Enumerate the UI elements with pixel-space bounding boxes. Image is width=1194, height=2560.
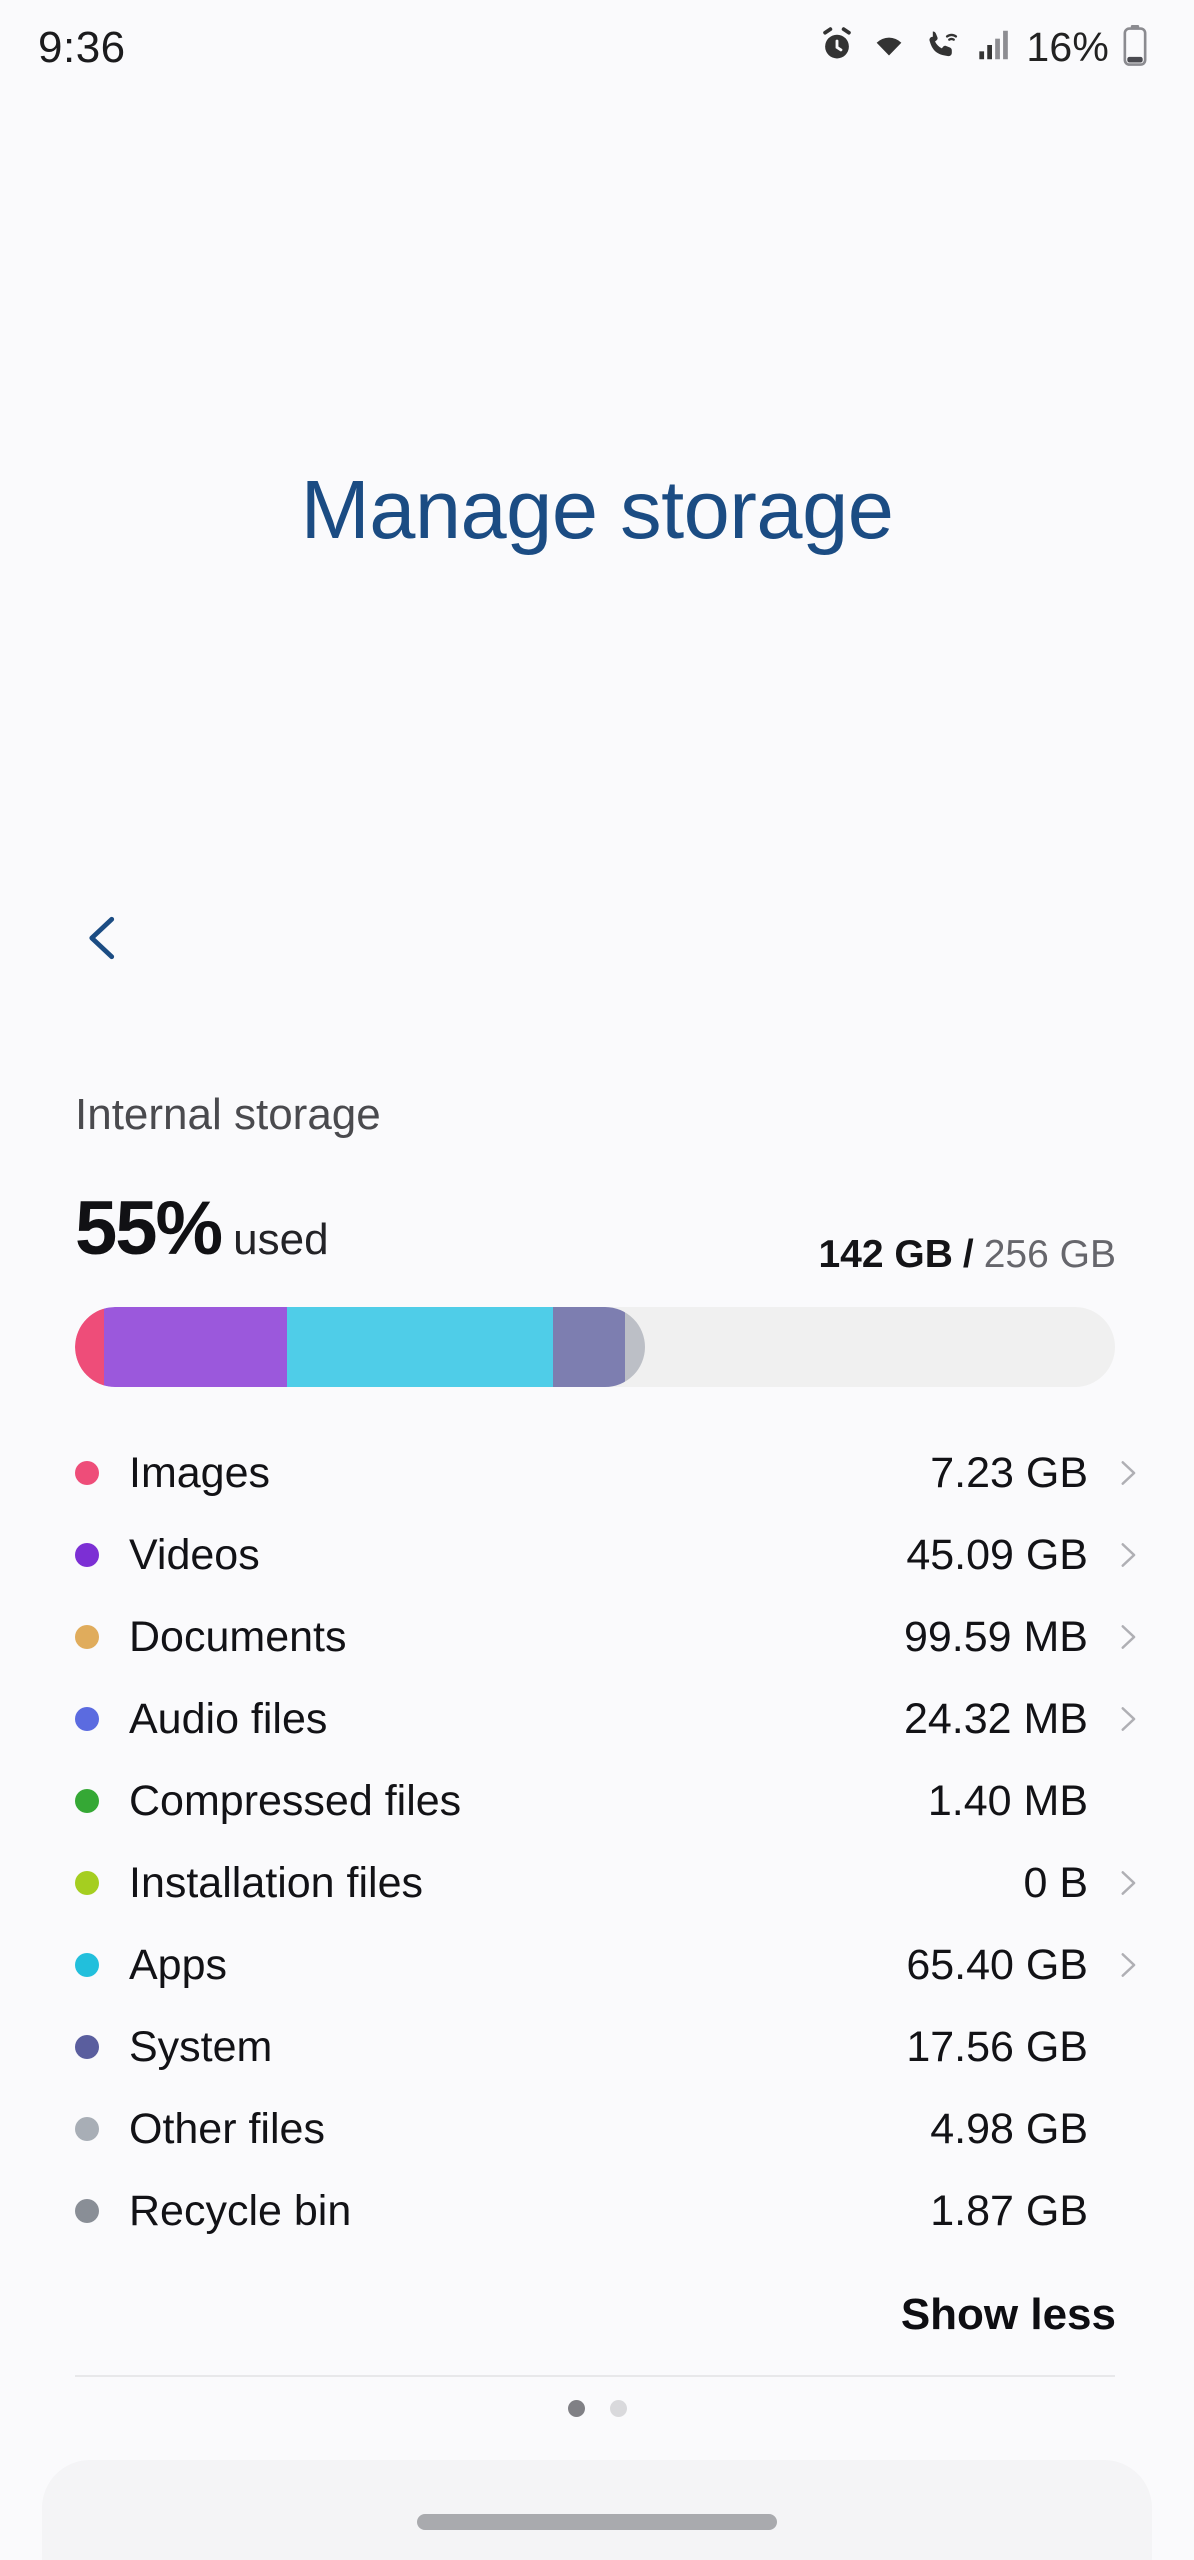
category-size: 45.09 GB [906,1530,1088,1579]
category-label: Compressed files [129,1776,462,1825]
chevron-left-icon [73,908,133,973]
chevron-right-icon[interactable] [1088,1456,1144,1490]
category-color-dot [75,2199,99,2223]
category-label: Recycle bin [129,2186,352,2235]
category-size: 7.23 GB [930,1448,1088,1497]
list-item: System 17.56 GB [0,2006,1194,2088]
list-item[interactable]: Installation files 0 B [0,1842,1194,1924]
page-indicator [0,2400,1194,2417]
category-color-dot [75,1543,99,1567]
storage-usage-bar-fill [75,1307,645,1387]
capacity-separator: / [962,1233,974,1276]
status-bar-clock: 9:36 [38,22,126,72]
category-size: 65.40 GB [906,1940,1088,1989]
category-label: Images [129,1448,271,1497]
category-size: 4.98 GB [930,2104,1088,2153]
manage-storage-screen: 9:36 16% Manage storage Internal storage… [0,0,1194,2560]
category-label: Other files [129,2104,325,2153]
wifi-calling-icon [922,26,962,69]
list-item: Recycle bin 1.87 GB [0,2170,1194,2252]
chevron-right-icon[interactable] [1088,1948,1144,1982]
battery-icon [1122,24,1148,71]
used-percent-value: 55% [75,1186,223,1271]
category-label: Apps [129,1940,228,1989]
category-color-dot [75,1789,99,1813]
status-bar-icons: 16% [818,24,1148,71]
category-color-dot [75,1461,99,1485]
section-divider [75,2375,1115,2377]
list-item[interactable]: Audio files 24.32 MB [0,1678,1194,1760]
category-color-dot [75,1625,99,1649]
status-bar: 9:36 16% [0,0,1194,95]
next-card-peek[interactable] [42,2460,1152,2560]
category-label: Videos [129,1530,260,1579]
used-summary: 55% used [75,1185,329,1272]
page-title: Manage storage [300,463,894,556]
category-size: 17.56 GB [906,2022,1088,2071]
list-item[interactable]: Images 7.23 GB [0,1432,1194,1514]
page-dot-2[interactable] [609,2400,627,2417]
chevron-right-icon[interactable] [1088,1538,1144,1572]
category-color-dot [75,1871,99,1895]
list-item: Other files 4.98 GB [0,2088,1194,2170]
used-word-label: used [233,1215,329,1264]
internal-storage-label: Internal storage [75,1090,381,1139]
usage-segment-videos [104,1307,288,1387]
category-label: Documents [129,1612,347,1661]
category-size: 0 B [1023,1858,1088,1907]
list-item: Compressed files 1.40 MB [0,1760,1194,1842]
usage-segment-apps [287,1307,554,1387]
wifi-icon [869,26,909,69]
show-less-button[interactable]: Show less [901,2290,1116,2340]
category-size: 99.59 MB [903,1612,1088,1661]
signal-icon [975,26,1009,69]
usage-segment-images [75,1307,105,1387]
list-item[interactable]: Apps 65.40 GB [0,1924,1194,2006]
capacity-used-value: 142 GB [818,1233,953,1276]
category-label: Audio files [129,1694,328,1743]
chevron-right-icon[interactable] [1088,1702,1144,1736]
capacity-summary: 142 GB/256 GB [818,1233,1116,1277]
capacity-total-value: 256 GB [983,1233,1116,1276]
usage-segment-other-files [624,1307,645,1387]
chevron-right-icon[interactable] [1088,1620,1144,1654]
back-button[interactable] [48,885,158,995]
battery-percent-label: 16% [1026,24,1109,70]
list-item[interactable]: Videos 45.09 GB [0,1514,1194,1596]
category-color-dot [75,1953,99,1977]
list-item[interactable]: Documents 99.59 MB [0,1596,1194,1678]
category-label: System [129,2022,273,2071]
usage-segment-system [553,1307,625,1387]
storage-usage-bar [75,1307,1115,1387]
page-dot-1[interactable] [567,2400,585,2417]
chevron-right-icon[interactable] [1088,1866,1144,1900]
category-size: 1.40 MB [927,1776,1088,1825]
alarm-icon [818,26,856,69]
category-color-dot [75,1707,99,1731]
home-gesture-bar[interactable] [417,2514,777,2530]
storage-category-list: Images 7.23 GB Videos 45.09 GB Documents 99.5… [0,1432,1194,2252]
category-color-dot [75,2035,99,2059]
category-color-dot [75,2117,99,2141]
category-label: Installation files [129,1858,423,1907]
category-size: 24.32 MB [903,1694,1088,1743]
category-size: 1.87 GB [930,2186,1088,2235]
